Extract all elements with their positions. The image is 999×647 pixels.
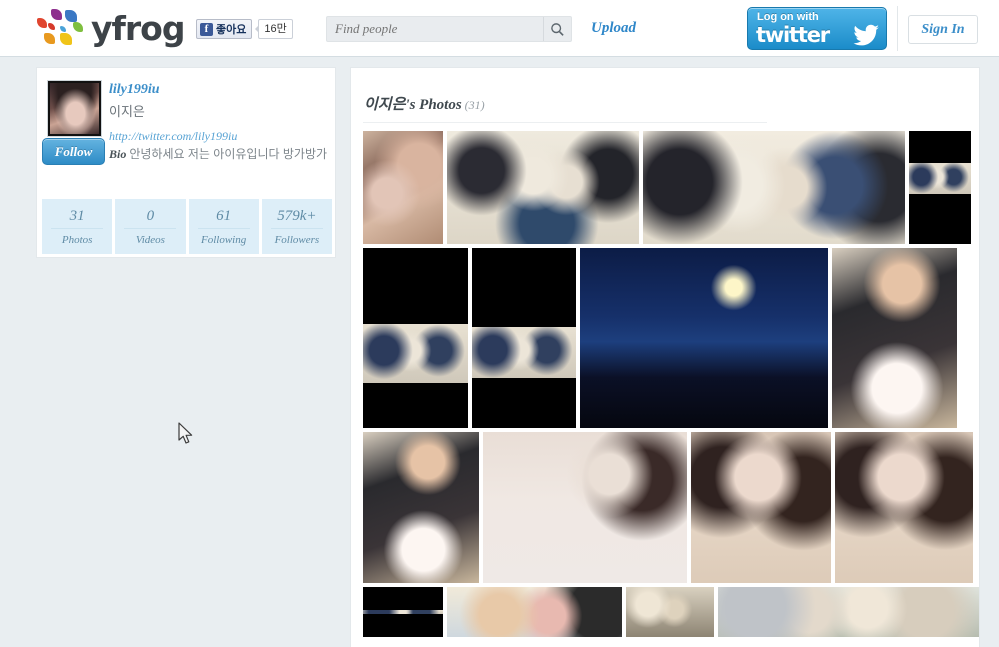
facebook-like-widget[interactable]: f 좋아요 16만 <box>196 19 293 39</box>
site-logo[interactable]: yfrog <box>35 8 185 50</box>
photo-letterbox-two-girls[interactable] <box>363 587 443 637</box>
upload-link[interactable]: Upload <box>591 20 636 37</box>
logo-wordmark: yfrog <box>91 9 185 48</box>
stat-following-value: 61 <box>197 208 250 229</box>
twitter-login-button[interactable]: Log on with twitter <box>747 7 887 50</box>
photo-grid <box>363 131 979 641</box>
photos-title-suffix: 's Photos <box>405 97 462 113</box>
search-icon <box>551 22 564 36</box>
photo-couple-selfie[interactable] <box>363 131 443 244</box>
site-header: yfrog f 좋아요 16만 Upload Log on with twitt… <box>0 0 999 57</box>
photo-girl-lying-pillow[interactable] <box>483 432 687 583</box>
profile-username[interactable]: lily199iu <box>109 82 160 98</box>
profile-stats: 31 Photos 0 Videos 61 Following 579k+ Fo… <box>42 199 332 254</box>
facebook-like-count: 16만 <box>255 19 293 39</box>
photo-man-birthday-cake-2[interactable] <box>363 432 479 583</box>
photo-row <box>363 131 979 244</box>
stat-following-label: Following <box>201 233 247 246</box>
photo-row <box>363 587 979 637</box>
search-box[interactable] <box>326 16 572 42</box>
facebook-like-label: 좋아요 <box>216 24 247 36</box>
photo-inner-band <box>363 323 468 383</box>
photo-group-hands-1[interactable] <box>447 131 639 244</box>
stat-videos[interactable]: 0 Videos <box>115 199 186 254</box>
profile-realname: 이지은 <box>109 104 145 119</box>
photo-tower-bridge-night[interactable] <box>580 248 828 428</box>
photo-row <box>363 248 979 428</box>
photo-letterbox-group-3[interactable] <box>472 248 576 428</box>
sign-in-button[interactable]: Sign In <box>908 15 978 44</box>
photo-inner-band <box>909 162 971 195</box>
stat-photos-label: Photos <box>61 233 93 246</box>
photo-inner-band <box>363 610 443 614</box>
photos-panel: 이지은's Photos (31) <box>350 67 980 647</box>
title-divider <box>363 122 767 123</box>
profile-url-link[interactable]: http://twitter.com/lily199iu <box>109 129 237 144</box>
avatar-image <box>50 83 99 134</box>
stat-photos-value: 31 <box>51 208 104 229</box>
profile-bio: Bio 안녕하세요 저는 아이유입니다 방가방가 <box>109 146 331 162</box>
photo-row <box>363 432 979 583</box>
photo-group-wave[interactable] <box>718 587 979 637</box>
twitter-login-top-label: Log on with <box>757 11 819 23</box>
photo-girl-portrait-1[interactable] <box>691 432 831 583</box>
stat-followers-value: 579k+ <box>270 208 323 229</box>
stat-followers-label: Followers <box>274 233 320 246</box>
profile-bio-label: Bio <box>109 147 127 161</box>
avatar[interactable] <box>47 80 102 137</box>
photo-letterbox-group-2[interactable] <box>363 248 468 428</box>
page-title: 이지은's Photos (31) <box>364 93 485 114</box>
photos-owner-name: 이지은 <box>364 97 406 113</box>
search-input[interactable] <box>327 18 543 40</box>
photo-inner-band <box>472 327 576 378</box>
photo-studio-two-girls[interactable] <box>447 587 622 637</box>
photo-three-people-door[interactable] <box>626 587 714 637</box>
mouse-pointer <box>178 422 193 444</box>
stat-followers[interactable]: 579k+ Followers <box>261 199 332 254</box>
photo-group-five[interactable] <box>643 131 905 244</box>
yfrog-logo-icon <box>35 9 87 49</box>
photo-girl-portrait-2[interactable] <box>835 432 973 583</box>
profile-panel: Follow lily199iu 이지은 http://twitter.com/… <box>36 67 336 258</box>
twitter-bird-icon <box>853 24 879 46</box>
stat-following[interactable]: 61 Following <box>188 199 259 254</box>
photo-man-birthday-cake-1[interactable] <box>832 248 957 428</box>
profile-bio-text: 안녕하세요 저는 아이유입니다 방가방가 <box>129 147 328 161</box>
twitter-wordmark: twitter <box>756 23 830 47</box>
follow-button[interactable]: Follow <box>42 138 105 165</box>
facebook-like-button[interactable]: f 좋아요 <box>196 19 253 39</box>
stat-videos-label: Videos <box>135 233 165 246</box>
facebook-icon: f <box>200 22 213 36</box>
stat-photos[interactable]: 31 Photos <box>42 199 113 254</box>
photos-count: (31) <box>464 98 485 112</box>
header-divider <box>897 6 898 51</box>
photo-letterbox-group-1[interactable] <box>909 131 971 244</box>
stat-videos-value: 0 <box>124 208 177 229</box>
search-button[interactable] <box>543 17 571 41</box>
